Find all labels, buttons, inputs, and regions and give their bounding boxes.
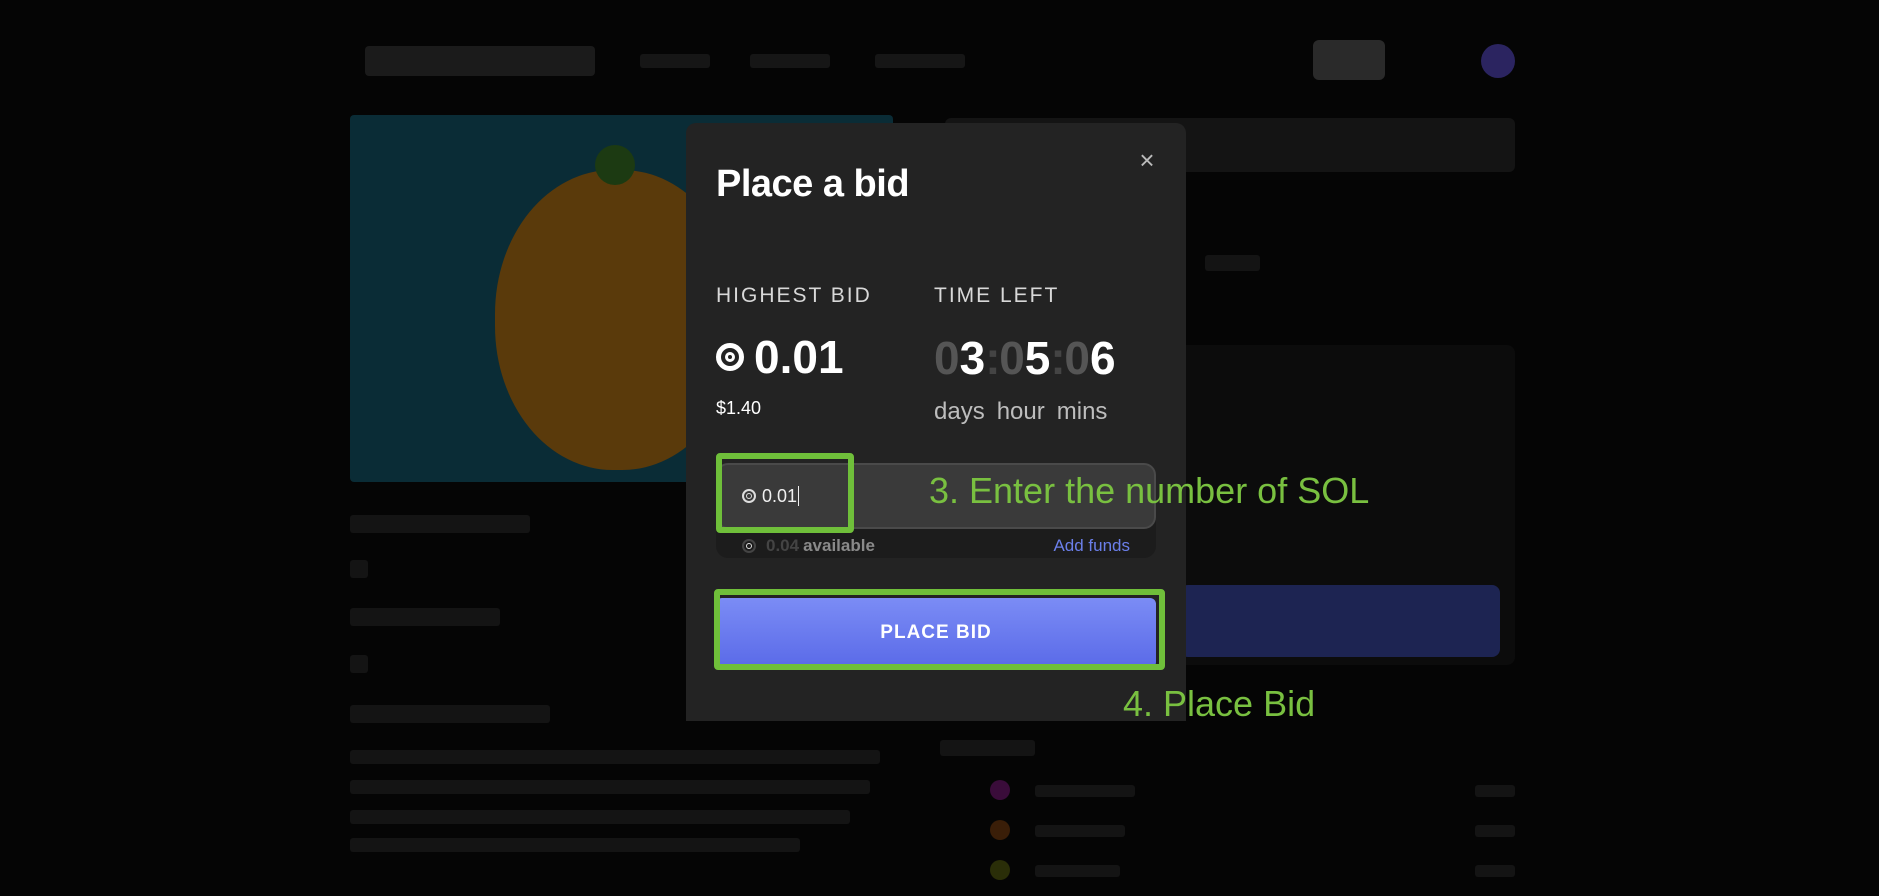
timer-units: days hour mins [934,398,1107,426]
background-nav-link [750,54,830,68]
timer-separator: : [1050,332,1066,384]
background-text-line [350,838,800,852]
background-text-line [1475,785,1515,797]
background-logo [365,46,595,76]
time-left-label: TIME LEFT [934,284,1060,307]
background-button-blue [1180,585,1500,657]
unit-days: days [934,398,985,425]
background-navbar [355,40,1515,90]
background-avatar [1481,44,1515,78]
background-text-line [1035,785,1135,797]
highest-bid-value: 0.01 [716,330,844,384]
annotation-step-3: 3. Enter the number of SOL [929,470,1370,511]
countdown-timer: 0 3 : 0 5 : 0 6 [934,331,1116,385]
background-text-line [350,560,368,578]
close-icon[interactable]: × [1134,147,1160,173]
background-text-line [1035,865,1120,877]
available-balance: 0.04 available [742,536,875,556]
highest-bid-usd: $1.40 [716,398,762,418]
background-avatar-dot [990,780,1010,800]
modal-title: Place a bid [716,163,910,205]
background-text-line [1035,825,1125,837]
timer-mins-leading: 0 [1064,332,1090,384]
sol-icon [742,539,756,553]
background-text-line [1475,865,1515,877]
available-amount: 0.04 [766,536,800,555]
timer-hours: 5 [1024,332,1051,384]
timer-days: 3 [959,332,986,384]
timer-hours-leading: 0 [999,332,1025,384]
background-avatar-dot [990,820,1010,840]
unit-mins: mins [1056,398,1108,425]
background-nav-link [640,54,710,68]
background-nav-link [875,54,965,68]
background-avatar-dot [990,860,1010,880]
background-text-line [350,780,870,794]
background-text-line [940,740,1035,756]
background-text-line [1205,255,1260,271]
annotation-highlight-button [714,589,1165,670]
background-text-line [1475,825,1515,837]
highest-bid-amount: 0.01 [754,331,844,383]
annotation-step-4: 4. Place Bid [1123,683,1316,724]
background-artwork-leaf [595,145,635,185]
timer-mins: 6 [1089,332,1116,384]
background-text-line [350,515,530,533]
unit-hour: hour [996,398,1045,425]
available-label: available [803,536,875,555]
background-text-line [350,655,368,673]
sol-icon [716,343,744,371]
background-text-line [350,750,880,764]
timer-separator: : [985,332,1001,384]
background-text-line [350,608,500,626]
background-text-line [350,705,550,723]
background-text-line [350,810,850,824]
annotation-highlight-input [716,453,854,533]
timer-days-leading: 0 [934,332,960,384]
add-funds-link[interactable]: Add funds [1053,536,1130,556]
background-button [1313,40,1385,80]
highest-bid-label: HIGHEST BID [716,284,872,307]
